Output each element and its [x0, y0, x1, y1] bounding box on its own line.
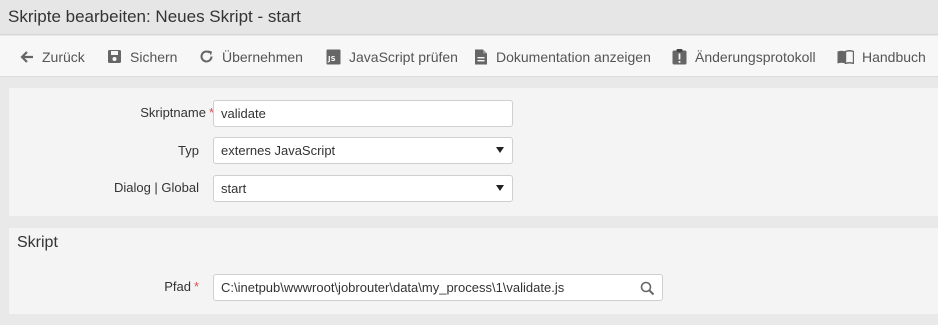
script-name-label: Skriptname *: [140, 105, 214, 120]
script-settings-panel: Skriptname * validate Typ externes JavaSc…: [9, 88, 938, 216]
apply-label: Übernehmen: [222, 48, 303, 65]
section-title: Skript: [17, 234, 58, 251]
save-label: Sichern: [130, 48, 178, 65]
type-label: Typ: [178, 143, 199, 158]
page-title: Skripte bearbeiten: Neues Skript - start: [8, 7, 301, 26]
arrow-left-icon: [20, 50, 34, 64]
path-input[interactable]: C:\inetpub\wwwroot\jobrouter\data\my_pro…: [213, 274, 663, 301]
changelog-button[interactable]: Änderungsprotokoll: [672, 36, 816, 77]
dialog-global-select[interactable]: start: [213, 175, 513, 202]
toolbar: Zurück Sichern Übernehmen JS JavaScript …: [0, 36, 938, 77]
floppy-disk-icon: [107, 49, 122, 64]
required-marker: *: [193, 279, 199, 294]
caret-down-icon: [496, 185, 504, 191]
search-icon[interactable]: [640, 281, 655, 299]
document-icon: [474, 49, 488, 65]
js-file-icon: JS: [326, 49, 341, 65]
dialog-global-label: Dialog | Global: [113, 180, 199, 195]
back-button[interactable]: Zurück: [20, 36, 85, 77]
open-book-icon: [837, 49, 854, 64]
check-javascript-button[interactable]: JS JavaScript prüfen: [326, 36, 458, 77]
manual-label: Handbuch: [862, 48, 926, 65]
title-bar: Skripte bearbeiten: Neues Skript - start: [0, 0, 938, 35]
apply-button[interactable]: Übernehmen: [199, 36, 303, 77]
save-button[interactable]: Sichern: [107, 36, 177, 77]
refresh-icon: [199, 49, 214, 64]
path-label: Pfad *: [164, 279, 199, 294]
caret-down-icon: [496, 147, 504, 153]
show-documentation-label: Dokumentation anzeigen: [496, 48, 651, 65]
type-select[interactable]: externes JavaScript: [213, 137, 513, 164]
script-name-input[interactable]: validate: [213, 100, 513, 127]
clipboard-alert-icon: [672, 48, 687, 65]
script-section-panel: Skript Pfad * C:\inetpub\wwwroot\jobroute…: [9, 228, 938, 314]
check-javascript-label: JavaScript prüfen: [349, 48, 458, 65]
svg-text:JS: JS: [327, 55, 336, 63]
manual-button[interactable]: Handbuch: [837, 36, 926, 77]
back-label: Zurück: [42, 48, 85, 65]
show-documentation-button[interactable]: Dokumentation anzeigen: [474, 36, 651, 77]
changelog-label: Änderungsprotokoll: [695, 48, 816, 65]
